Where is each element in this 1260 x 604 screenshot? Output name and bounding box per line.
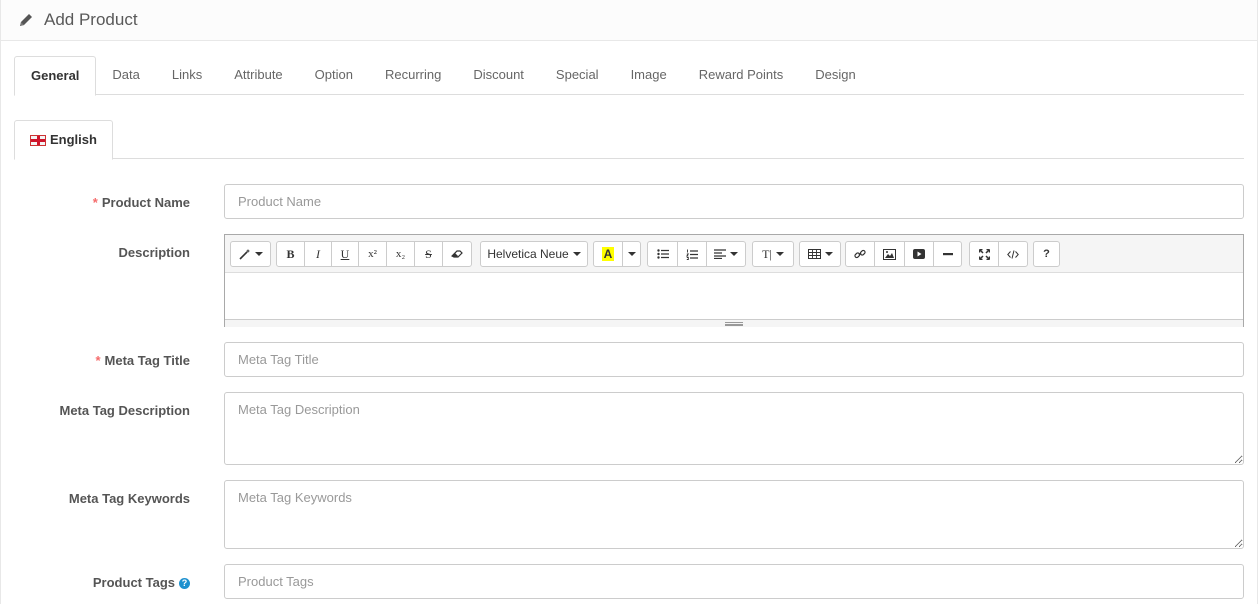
help-icon[interactable]: ? (179, 578, 190, 589)
tab-data[interactable]: Data (96, 56, 155, 95)
resize-grip-icon (725, 321, 743, 326)
style-button[interactable] (230, 241, 271, 267)
italic-button[interactable]: I (304, 241, 332, 267)
required-marker: * (95, 353, 101, 368)
ordered-list-button[interactable] (677, 241, 707, 267)
link-button[interactable] (845, 241, 875, 267)
tab-special[interactable]: Special (540, 56, 615, 95)
product-form-panel: Add Product General Data Links Attribute… (0, 0, 1258, 604)
magic-wand-icon (238, 249, 250, 260)
align-left-icon (714, 249, 726, 259)
picture-button[interactable] (874, 241, 905, 267)
meta-description-label: Meta Tag Description (59, 403, 190, 418)
hr-icon (942, 253, 953, 256)
clear-format-button[interactable] (442, 241, 472, 267)
tab-option[interactable]: Option (299, 56, 369, 95)
product-tags-label: Product Tags? (93, 575, 190, 590)
unordered-list-button[interactable] (647, 241, 678, 267)
description-label: Description (118, 245, 190, 260)
numbered-list-icon (686, 249, 698, 260)
tab-reward-points[interactable]: Reward Points (683, 56, 800, 95)
meta-title-input[interactable] (224, 342, 1244, 377)
tab-image[interactable]: Image (615, 56, 683, 95)
fullscreen-button[interactable] (969, 241, 999, 267)
panel-heading: Add Product (1, 0, 1257, 41)
superscript-button[interactable]: x² (358, 241, 387, 267)
page-title: Add Product (44, 10, 138, 29)
fullscreen-icon (978, 248, 990, 260)
required-marker: * (92, 195, 98, 210)
strikethrough-button[interactable]: S (414, 241, 443, 267)
video-button[interactable] (904, 241, 934, 267)
editor-toolbar: B I U x² x₂ S Helvetica Neue A T| ? (225, 235, 1243, 273)
horizontal-rule-button[interactable] (933, 241, 962, 267)
product-name-input[interactable] (224, 184, 1244, 219)
table-icon (807, 249, 821, 259)
editor-help-button[interactable]: ? (1033, 241, 1060, 267)
product-tags-input[interactable] (224, 564, 1244, 599)
tab-links[interactable]: Links (156, 56, 218, 95)
code-icon (1007, 249, 1019, 259)
bold-button[interactable]: B (276, 241, 305, 267)
link-icon (854, 249, 866, 259)
table-dropdown[interactable] (799, 241, 841, 267)
meta-keywords-textarea[interactable] (224, 480, 1244, 549)
tab-discount[interactable]: Discount (457, 56, 540, 95)
meta-title-label: * Meta Tag Title (95, 353, 190, 368)
tab-recurring[interactable]: Recurring (369, 56, 457, 95)
description-content-area[interactable] (225, 273, 1243, 319)
underline-button[interactable]: U (331, 241, 359, 267)
paragraph-align-dropdown[interactable] (706, 241, 746, 267)
tab-language-english[interactable]: English (14, 120, 113, 160)
image-icon (883, 248, 896, 260)
language-tabs: English (14, 120, 1244, 160)
text-color-button[interactable]: A (593, 241, 623, 267)
subscript-button[interactable]: x₂ (386, 241, 415, 267)
font-family-dropdown[interactable]: Helvetica Neue (480, 241, 588, 267)
meta-description-textarea[interactable] (224, 392, 1244, 465)
pencil-icon (18, 12, 34, 28)
eraser-icon (450, 250, 463, 258)
tab-attribute[interactable]: Attribute (218, 56, 298, 95)
product-name-label: * Product Name (92, 195, 190, 210)
description-editor: B I U x² x₂ S Helvetica Neue A T| ? (224, 234, 1244, 327)
color-dropdown-button[interactable] (622, 241, 641, 267)
bullet-list-icon (656, 249, 669, 259)
tab-design[interactable]: Design (799, 56, 871, 95)
video-icon (913, 249, 925, 259)
font-size-dropdown[interactable]: T| (752, 241, 794, 267)
uk-flag-icon (30, 134, 46, 146)
meta-keywords-label: Meta Tag Keywords (68, 491, 190, 506)
language-label: English (50, 132, 97, 147)
product-tabs: General Data Links Attribute Option Recu… (14, 56, 1244, 96)
code-view-button[interactable] (998, 241, 1028, 267)
editor-resize-bar[interactable] (225, 319, 1243, 327)
tab-general[interactable]: General (14, 56, 97, 96)
